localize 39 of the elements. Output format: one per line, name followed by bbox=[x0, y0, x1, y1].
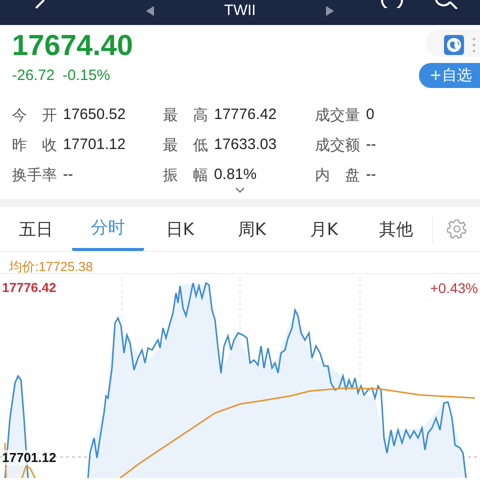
stat-label: 换手率 bbox=[12, 167, 57, 183]
chart-tab[interactable]: 其他 bbox=[360, 207, 432, 251]
stat-label: 最 高 bbox=[163, 107, 208, 123]
stat-label: 今 开 bbox=[12, 107, 57, 123]
previous-icon[interactable] bbox=[146, 6, 154, 16]
stat-label: 内 盘 bbox=[315, 167, 360, 183]
stat-value: -- bbox=[366, 137, 376, 153]
average-price: 均价:17725.38 bbox=[0, 252, 480, 274]
stat-value: 0 bbox=[366, 107, 374, 123]
expand-icon[interactable] bbox=[235, 187, 245, 193]
stat-label: 振 幅 bbox=[163, 167, 208, 183]
stat-value: -- bbox=[63, 167, 73, 183]
prev-close-label: 17701.12 bbox=[2, 450, 56, 465]
stat-label: 成交额 bbox=[315, 137, 360, 153]
chart-tab[interactable]: 分时 bbox=[72, 207, 144, 251]
stat-value: 17701.12 bbox=[63, 137, 126, 153]
chart-tab[interactable]: 日K bbox=[144, 207, 216, 251]
next-icon[interactable] bbox=[326, 6, 334, 16]
stat-label: 成交量 bbox=[315, 107, 360, 123]
high-percent-label: +0.43% bbox=[430, 280, 478, 296]
last-price: 17674.40 bbox=[12, 29, 133, 63]
high-price-label: 17776.42 bbox=[2, 280, 56, 295]
stat-value: 17776.42 bbox=[214, 107, 277, 123]
add-watchlist-button[interactable]: +自选 bbox=[419, 63, 480, 88]
stat-value: 17633.03 bbox=[214, 137, 277, 153]
percent-change: -0.15% bbox=[62, 67, 110, 84]
stat-label: 最 低 bbox=[163, 137, 208, 153]
chart-tab[interactable]: 月K bbox=[288, 207, 360, 251]
chart-tab[interactable]: 五日 bbox=[0, 207, 72, 251]
stat-value: -- bbox=[366, 167, 376, 183]
chart-tab[interactable]: 周K bbox=[216, 207, 288, 251]
price-change: -26.72 bbox=[12, 67, 55, 84]
stat-label: 昨 收 bbox=[12, 137, 57, 153]
stat-value: 0.81% bbox=[214, 167, 257, 183]
stat-value: 17650.52 bbox=[63, 107, 126, 123]
search-icon[interactable] bbox=[434, 0, 460, 9]
globe-icon[interactable] bbox=[444, 35, 464, 55]
nav-title: TWII bbox=[223, 2, 257, 19]
settings-icon[interactable] bbox=[446, 219, 466, 239]
